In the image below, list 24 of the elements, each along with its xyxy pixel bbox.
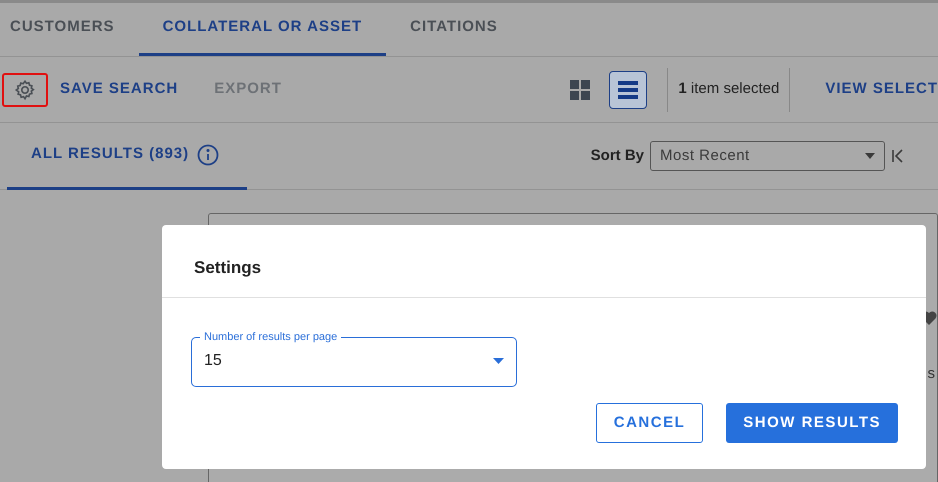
grid-view-icon xyxy=(570,80,590,100)
tab[interactable]: CITATIONS xyxy=(386,3,522,56)
view-selected-link[interactable]: VIEW SELECT xyxy=(825,78,938,101)
sort-select[interactable]: Most Recent xyxy=(650,141,885,171)
results-per-page-select[interactable]: Number of results per page 15 xyxy=(191,329,517,387)
tab[interactable]: CUSTOMERS xyxy=(0,3,139,56)
tab[interactable]: COLLATERAL OR ASSET xyxy=(138,3,386,56)
first-page-icon[interactable] xyxy=(891,149,905,163)
field-label: Number of results per page xyxy=(203,330,338,345)
caret-icon xyxy=(493,358,504,364)
view-toggle[interactable] xyxy=(609,70,648,108)
dialog-title: Settings xyxy=(194,256,262,279)
card-text: s xyxy=(928,364,936,384)
settings-icon xyxy=(14,78,36,100)
results-tab[interactable]: ALL RESULTS (893) xyxy=(7,122,248,190)
cancel-button[interactable]: CANCEL xyxy=(596,403,704,443)
sort-label: Sort By xyxy=(590,146,644,166)
show-results-button[interactable]: SHOW RESULTS xyxy=(726,403,898,443)
settings-button[interactable] xyxy=(2,72,48,106)
caret-icon xyxy=(865,153,875,159)
selection-count: 1 item selected xyxy=(677,79,780,100)
info-icon xyxy=(197,144,220,166)
list-view-icon xyxy=(618,80,638,100)
toolbar-action[interactable]: SAVE SEARCH xyxy=(60,78,178,101)
